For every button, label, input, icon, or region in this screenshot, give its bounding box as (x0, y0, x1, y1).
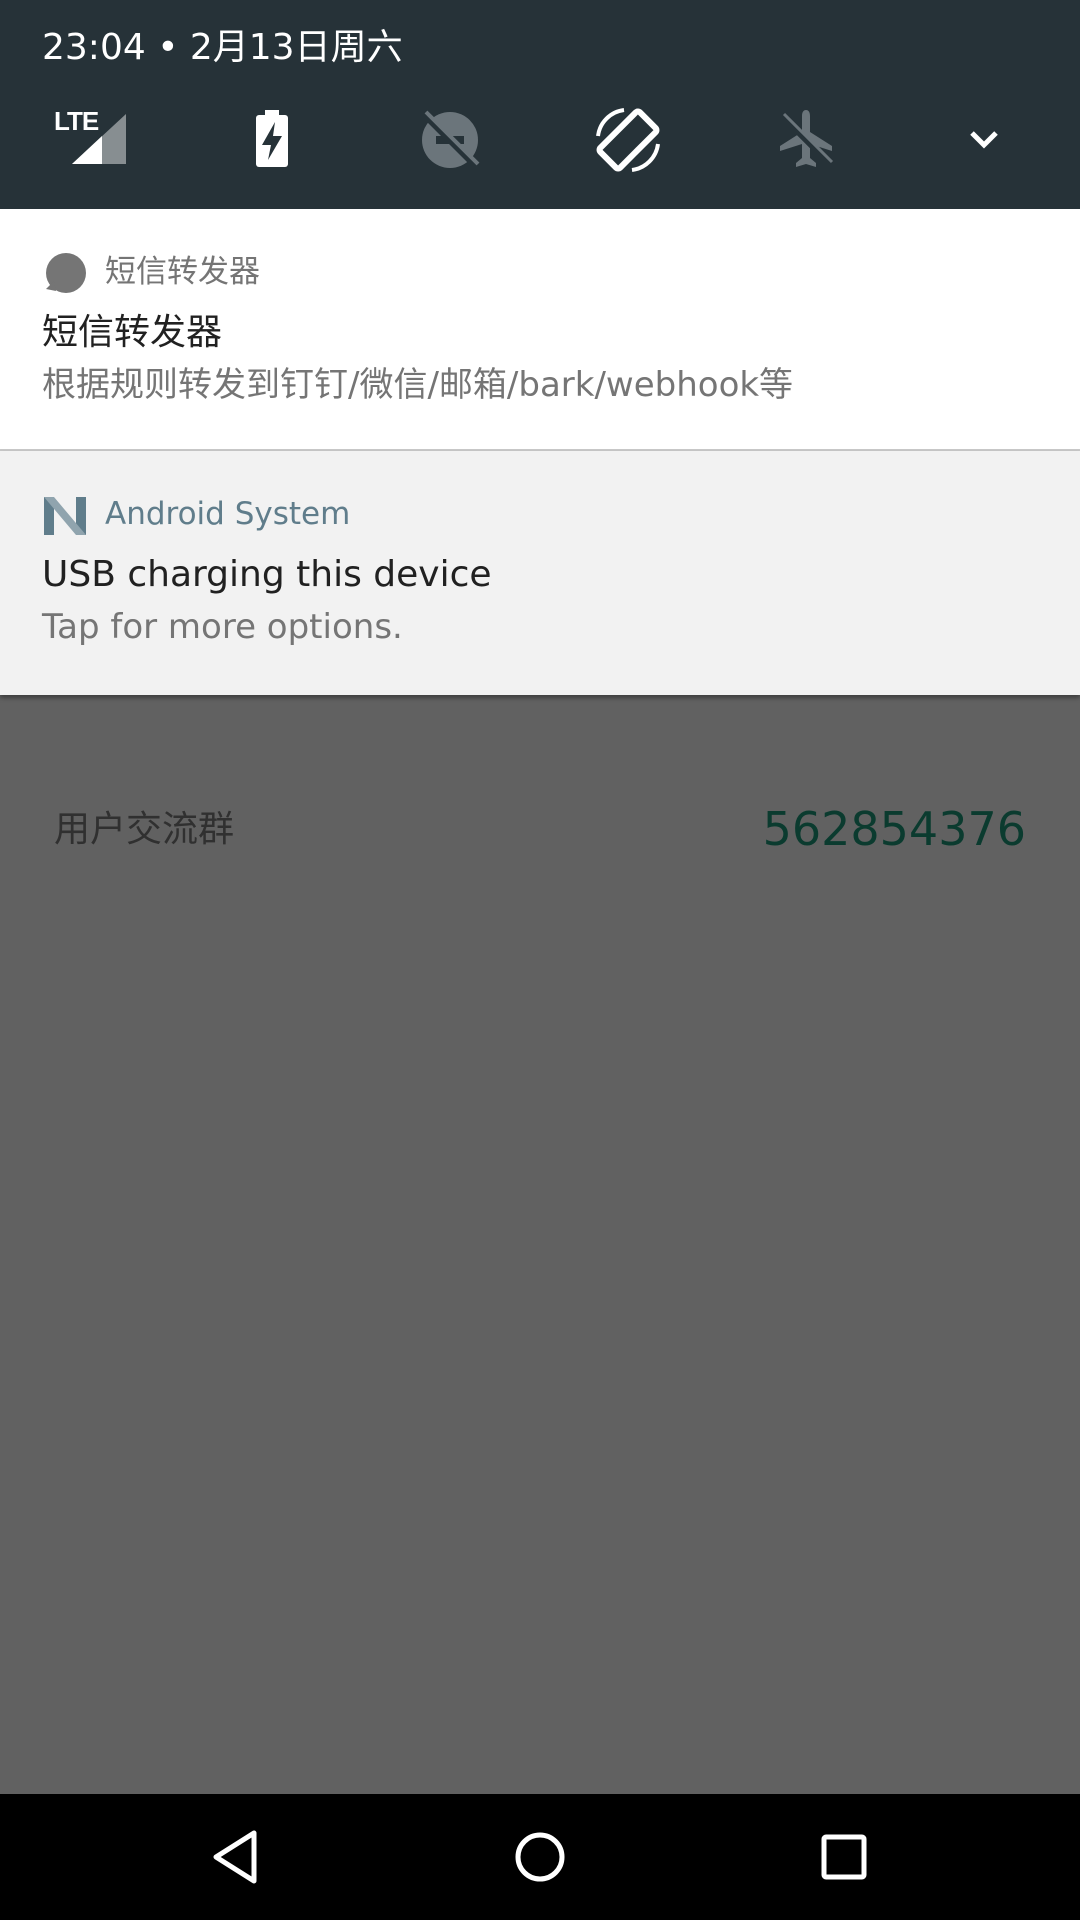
lte-signal-tile[interactable]: LTE (50, 100, 130, 180)
user-group-number[interactable]: 562854376 (763, 794, 1026, 864)
airplane-mode-icon (779, 110, 834, 167)
notification-title: USB charging this device (42, 554, 492, 595)
expand-chevron-icon (970, 131, 998, 149)
lte-label: LTE (54, 106, 99, 136)
user-group-row: 用户交流群 562854376 (0, 790, 1080, 870)
notification-title: 短信转发器 (42, 312, 223, 353)
airplane-tile[interactable] (766, 100, 846, 180)
android-n-icon (44, 497, 86, 535)
expand-tile[interactable] (944, 100, 1024, 180)
home-icon (515, 1832, 565, 1882)
recents-button[interactable] (804, 1817, 884, 1897)
notification-text: 根据规则转发到钉钉/微信/邮箱/bark/webhook等 (42, 365, 794, 405)
notification-sms-forwarder[interactable]: 短信转发器 短信转发器 根据规则转发到钉钉/微信/邮箱/bark/webhook… (0, 209, 1080, 451)
notification-usb-charging[interactable]: Android System USB charging this device … (0, 451, 1080, 695)
data-saver-tile[interactable] (410, 100, 490, 180)
sms-forwarder-app-icon (46, 253, 86, 293)
back-button[interactable] (196, 1817, 276, 1897)
battery-charging-icon (256, 110, 288, 167)
quick-settings-header: 23:04 • 2月13日周六 LTE (0, 0, 1080, 209)
quick-settings-tiles: LTE (0, 100, 1080, 180)
screen: 23:04 • 2月13日周六 LTE 短信转发器 短信转发器 根据规则转发到钉… (0, 0, 1080, 1920)
battery-tile[interactable] (232, 100, 312, 180)
back-icon (213, 1830, 257, 1884)
auto-rotate-tile[interactable] (588, 100, 668, 180)
recents-icon (821, 1834, 867, 1880)
user-group-label: 用户交流群 (54, 809, 235, 850)
auto-rotate-icon (596, 108, 660, 172)
notification-app-name: 短信转发器 (105, 254, 260, 290)
notification-text: Tap for more options. (42, 607, 403, 647)
navigation-bar (0, 1794, 1080, 1920)
home-button[interactable] (500, 1817, 580, 1897)
data-saver-off-icon (421, 110, 480, 169)
notification-app-name: Android System (105, 496, 351, 532)
status-datetime: 23:04 • 2月13日周六 (42, 27, 403, 68)
